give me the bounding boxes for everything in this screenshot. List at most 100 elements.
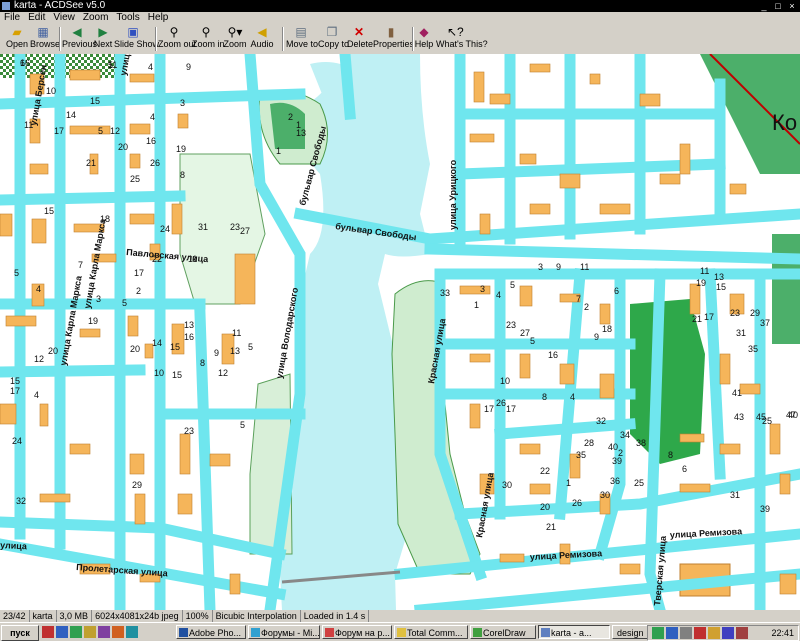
house-number: 2 (584, 302, 589, 312)
whats-this-button[interactable]: ↖? What's This? (436, 25, 488, 53)
tray-icon[interactable] (694, 627, 706, 639)
toolbar: ▰ Open ▦ Browse ◀ Previous ▶ Next ▣ Slide Sho… (0, 24, 800, 55)
zoom-out-icon: ⚲ (169, 25, 179, 39)
quicklaunch-icon[interactable] (112, 626, 124, 638)
status-interpolation: Bicubic Interpolation (213, 610, 301, 622)
house-number: 34 (620, 430, 630, 440)
status-load-time: Loaded in 1.4 s (301, 610, 370, 622)
house-number: 13 (714, 272, 724, 282)
tray-icon[interactable] (736, 627, 748, 639)
task-karta-acdsee[interactable]: karta - a... (538, 625, 610, 639)
delete-button[interactable]: ✕ Delete (347, 25, 373, 53)
house-number: 9 (214, 348, 219, 358)
house-number: 11 (700, 266, 709, 276)
system-tray: 22:41 (647, 625, 799, 641)
quicklaunch-icon[interactable] (98, 626, 110, 638)
house-number: 5 (510, 280, 515, 290)
house-number: 12 (110, 126, 120, 136)
tray-icon[interactable] (680, 627, 692, 639)
slide-show-button[interactable]: ▣ Slide Show (114, 25, 159, 53)
copy-to-button[interactable]: ❐ Copy to (318, 25, 349, 53)
menu-help[interactable]: Help (144, 12, 173, 24)
house-number: 5 (122, 298, 127, 308)
slideshow-icon: ▣ (127, 25, 139, 39)
properties-button[interactable]: ▮ Properties (373, 25, 414, 53)
speaker-icon: ◀ (257, 25, 267, 39)
house-number: 23 (184, 426, 194, 436)
menu-bar: File Edit View Zoom Tools Help (0, 12, 800, 24)
status-dimensions: 6024x4081x24b jpeg (92, 610, 183, 622)
house-number: 26 (496, 398, 506, 408)
house-number: 4 (496, 290, 501, 300)
quicklaunch-icon[interactable] (126, 626, 138, 638)
house-number: 2 (288, 112, 293, 122)
tray-icon[interactable] (722, 627, 734, 639)
zoom-out-button[interactable]: ⚲ Zoom out (158, 25, 196, 53)
house-number: 22 (540, 466, 550, 476)
task-design[interactable]: design (612, 625, 648, 639)
menu-view[interactable]: View (49, 12, 79, 24)
house-number: 15 (90, 96, 100, 106)
house-number: 32 (16, 496, 26, 506)
street-label-ulica-urickogo: улица Урицкого (448, 159, 458, 230)
menu-zoom[interactable]: Zoom (79, 12, 113, 24)
house-number: 15 (172, 370, 182, 380)
open-button[interactable]: ▰ Open (4, 25, 30, 53)
browse-button[interactable]: ▦ Browse (30, 25, 60, 53)
task-forum-2[interactable]: Форум на р... (322, 625, 392, 639)
house-number: 14 (152, 338, 162, 348)
house-number: 18 (602, 324, 612, 334)
maximize-button[interactable]: □ (772, 1, 784, 11)
house-number: 12 (34, 354, 44, 364)
previous-button[interactable]: ◀ Previous (62, 25, 97, 53)
task-coreldraw[interactable]: CorelDraw (470, 625, 536, 639)
zoom-in-button[interactable]: ⚲ Zoom in (192, 25, 225, 53)
street (339, 54, 356, 120)
zoom-in-icon: ⚲ (201, 25, 211, 39)
quicklaunch-icon[interactable] (70, 626, 82, 638)
house-number: 14 (66, 110, 76, 120)
menu-tools[interactable]: Tools (112, 12, 143, 24)
tray-icon[interactable] (652, 627, 664, 639)
house-number: 38 (636, 438, 646, 448)
image-view[interactable]: 6 5 4 9 10 15 14 4 3 2 1 13 11 17 5 12 16 20 19 21 26 25 8 15 18… (0, 54, 800, 610)
house-number: 3 (180, 98, 185, 108)
quicklaunch-icon[interactable] (84, 626, 96, 638)
start-button[interactable]: пуск (1, 625, 39, 641)
house-number: 17 (484, 404, 494, 414)
task-adobe-photoshop[interactable]: Adobe Pho... (176, 625, 246, 639)
house-number: 2 (618, 448, 623, 458)
folder-open-icon: ▰ (12, 25, 22, 39)
next-button[interactable]: ▶ Next (92, 25, 114, 53)
move-to-button[interactable]: ▤ Move to (286, 25, 318, 53)
house-number: 23 (730, 308, 740, 318)
audio-button[interactable]: ◀ Audio (250, 25, 274, 53)
house-number: 1 (566, 478, 571, 488)
menu-edit[interactable]: Edit (24, 12, 49, 24)
house-number: 9 (556, 262, 561, 272)
house-number: 37 (760, 318, 770, 328)
tray-icon[interactable] (666, 627, 678, 639)
help-button[interactable]: ◆ Help (414, 25, 434, 53)
delete-x-icon: ✕ (353, 25, 365, 39)
house-number: 16 (20, 58, 30, 68)
city-map: 6 5 4 9101514 4321131117 5 121620 1921 2625 81518… (0, 54, 800, 610)
house-number: 43 (734, 412, 744, 422)
minimize-button[interactable]: _ (758, 1, 770, 11)
zoom-menu-button[interactable]: ⚲▾ Zoom (222, 25, 248, 53)
acdsee-icon (541, 628, 550, 637)
task-total-commander[interactable]: Total Comm... (394, 625, 468, 639)
menu-file[interactable]: File (0, 12, 24, 24)
house-number: 11 (108, 60, 117, 70)
house-number: 4 (36, 284, 41, 294)
house-number: 30 (502, 480, 512, 490)
close-button[interactable]: × (786, 1, 798, 11)
quicklaunch-icon[interactable] (42, 626, 54, 638)
tray-icon[interactable] (708, 627, 720, 639)
house-number: 31 (736, 328, 746, 338)
quicklaunch-icon[interactable] (56, 626, 68, 638)
task-forum-1[interactable]: Форумы - Mi... (248, 625, 320, 639)
house-number: 41 (732, 388, 742, 398)
house-number: 7 (78, 260, 83, 270)
house-number: 4 (150, 112, 155, 122)
